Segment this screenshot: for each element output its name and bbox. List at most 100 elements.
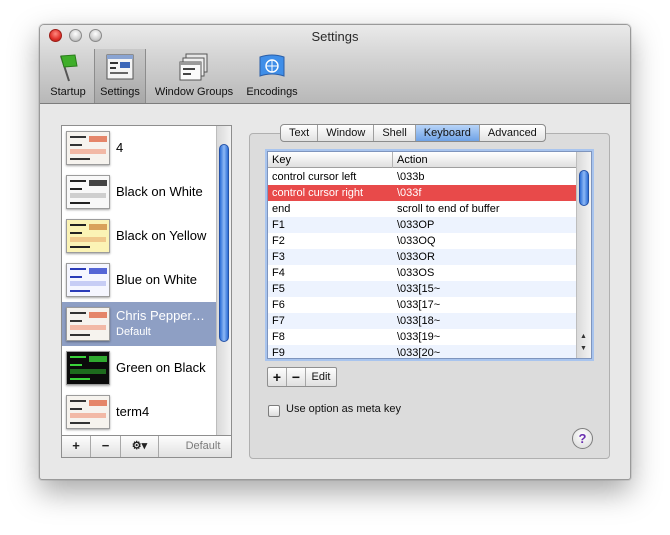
action-cell: \033OP (397, 219, 435, 231)
key-cell: F5 (272, 283, 285, 295)
table-row[interactable]: control cursor left \033b (268, 169, 578, 185)
profile-item[interactable]: term4 (62, 390, 217, 434)
key-cell: F1 (272, 219, 285, 231)
meta-key-checkbox[interactable] (268, 405, 280, 417)
key-cell: control cursor left (272, 171, 357, 183)
table-header: Key Action (268, 152, 578, 168)
action-cell: \033[19~ (397, 331, 441, 343)
profile-name: Chris Pepper… (116, 308, 205, 323)
table-row[interactable]: F3 \033OR (268, 249, 578, 265)
table-edit-buttons: + − Edit (267, 367, 337, 387)
table-row[interactable]: F4 \033OS (268, 265, 578, 281)
action-cell: \033b (397, 171, 425, 183)
remove-key-button[interactable]: − (287, 368, 306, 386)
tab-shell[interactable]: Shell (374, 125, 416, 141)
settings-icon (106, 54, 134, 80)
toolbar-startup[interactable]: Startup (45, 49, 91, 103)
profile-thumbnail (66, 219, 110, 253)
action-cell: \033OS (397, 267, 435, 279)
toolbar-settings[interactable]: Settings (94, 49, 146, 103)
toolbar-encodings[interactable]: Encodings (240, 49, 304, 103)
column-header-key[interactable]: Key (268, 152, 393, 168)
scroll-up-arrow-icon[interactable]: ▲ (580, 333, 587, 341)
key-cell: F4 (272, 267, 285, 279)
tab-window[interactable]: Window (318, 125, 375, 141)
key-cell: control cursor right (272, 187, 364, 199)
add-key-button[interactable]: + (268, 368, 287, 386)
table-row[interactable]: end scroll to end of buffer (268, 201, 578, 217)
profile-item[interactable]: Black on White (62, 170, 217, 214)
set-default-button[interactable]: Default (175, 436, 231, 457)
table-row[interactable]: F9 \033[20~ (268, 345, 578, 359)
profiles-scrollbar[interactable] (216, 126, 231, 436)
toolbar-label: Settings (100, 86, 140, 98)
table-row[interactable]: F1 \033OP (268, 217, 578, 233)
action-cell: \033OR (397, 251, 435, 263)
table-row[interactable]: F5 \033[15~ (268, 281, 578, 297)
profile-name: Green on Black (116, 360, 206, 375)
profile-thumbnail (66, 131, 110, 165)
profile-name: Black on Yellow (116, 228, 207, 243)
meta-key-label[interactable]: Use option as meta key (286, 403, 401, 415)
table-row[interactable]: F2 \033OQ (268, 233, 578, 249)
profile-thumbnail (66, 351, 110, 385)
profile-thumbnail (66, 175, 110, 209)
table-row[interactable]: F8 \033[19~ (268, 329, 578, 345)
settings-tabs: Text Window Shell Keyboard Advanced (280, 124, 546, 142)
key-cell: F8 (272, 331, 285, 343)
table-scroll-thumb[interactable] (579, 170, 589, 206)
toolbar-label: Window Groups (154, 86, 234, 98)
key-cell: F2 (272, 235, 285, 247)
tab-keyboard[interactable]: Keyboard (415, 125, 480, 141)
key-cell: F3 (272, 251, 285, 263)
scroll-down-arrow-icon[interactable]: ▼ (580, 345, 587, 353)
tab-text[interactable]: Text (281, 125, 319, 141)
toolbar-window-groups[interactable]: Window Groups (149, 49, 239, 103)
key-cell: F9 (272, 347, 285, 359)
profile-name: 4 (116, 140, 124, 155)
profile-item[interactable]: Black on Yellow (62, 214, 217, 258)
globe-flag-icon (259, 54, 285, 77)
keyboard-table: Key Action control cursor left \033b contr… (267, 151, 592, 359)
key-cell: F7 (272, 315, 285, 327)
table-row[interactable]: F6 \033[17~ (268, 297, 578, 313)
column-header-action[interactable]: Action (393, 152, 578, 168)
edit-key-button[interactable]: Edit (306, 368, 336, 386)
profile-thumbnail (66, 395, 110, 429)
profile-thumbnail (66, 307, 110, 341)
action-cell: \033[17~ (397, 299, 441, 311)
title-bar: Settings Startup Settings Window Groups … (40, 25, 630, 104)
remove-profile-button[interactable]: − (91, 436, 121, 457)
table-scrollbar[interactable]: ▲ ▼ (576, 152, 591, 358)
flag-icon (60, 54, 78, 82)
settings-window: Settings Startup Settings Window Groups … (39, 24, 631, 480)
profile-item[interactable]: Chris Pepper… Default (62, 302, 217, 346)
key-cell: end (272, 203, 291, 215)
profiles-list: 4 Black on White Black on Yellow Blue on Wh… (62, 126, 217, 436)
profile-item[interactable]: Blue on White (62, 258, 217, 302)
help-button[interactable]: ? (572, 428, 593, 449)
toolbar-label: Startup (50, 86, 86, 98)
action-cell: \033OQ (397, 235, 436, 247)
profile-default-badge: Default (116, 326, 151, 338)
window-groups-icon (179, 53, 208, 81)
profile-item[interactable]: Green on Black (62, 346, 217, 390)
action-cell: \033f (397, 187, 422, 199)
table-row[interactable]: F7 \033[18~ (268, 313, 578, 329)
profile-name: term4 (116, 404, 150, 419)
profile-item[interactable]: 4 (62, 126, 217, 170)
profiles-scroll-thumb[interactable] (219, 144, 229, 342)
action-cell: \033[15~ (397, 283, 441, 295)
profile-name: Blue on White (116, 272, 197, 287)
profiles-list-panel: 4 Black on White Black on Yellow Blue on Wh… (61, 125, 232, 437)
profile-actions-menu-button[interactable]: ⚙▾ (121, 436, 159, 457)
profile-thumbnail (66, 263, 110, 297)
action-cell: \033[20~ (397, 347, 441, 359)
table-row[interactable]: control cursor right \033f (268, 185, 578, 201)
tab-advanced[interactable]: Advanced (480, 125, 545, 141)
key-cell: F6 (272, 299, 285, 311)
profiles-action-bar: + − ⚙▾ Default (61, 435, 232, 458)
action-cell: scroll to end of buffer (397, 203, 500, 215)
toolbar-label: Encodings (246, 86, 298, 98)
add-profile-button[interactable]: + (62, 436, 91, 457)
